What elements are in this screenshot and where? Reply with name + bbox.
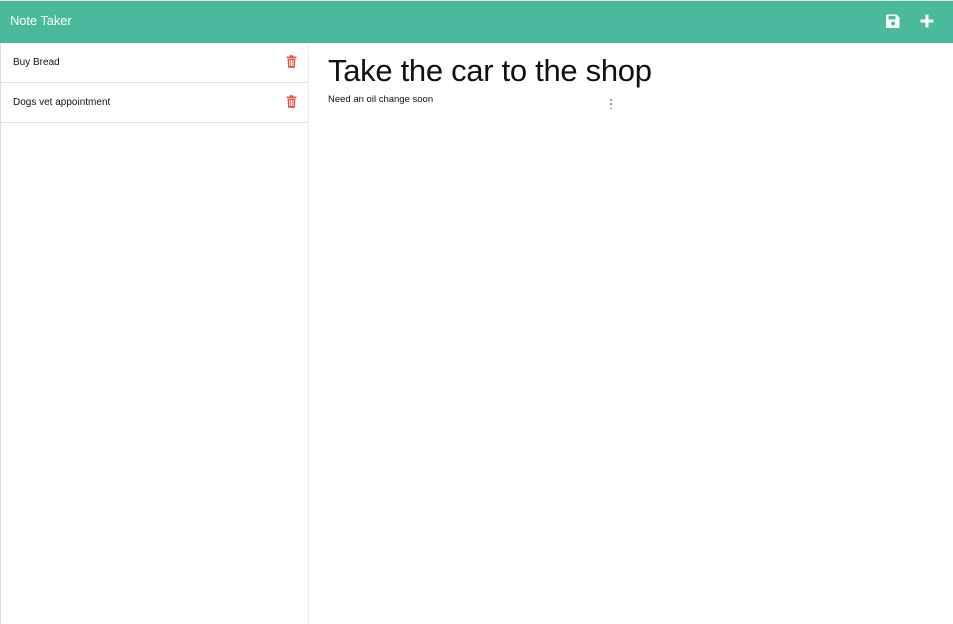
notes-sidebar: Buy Bread Dogs vet appointment (0, 43, 309, 624)
top-navbar: Note Taker (0, 0, 953, 43)
note-editor: Take the car to the shop Need an oil cha… (309, 43, 953, 624)
note-text-area[interactable]: Need an oil change soon (328, 94, 433, 105)
new-note-button[interactable] (917, 11, 937, 31)
delete-note-button[interactable] (286, 55, 297, 68)
save-note-button[interactable] (883, 11, 903, 31)
plus-icon (920, 14, 934, 28)
note-list-title: Buy Bread (13, 57, 60, 68)
trash-icon (286, 95, 297, 108)
delete-note-button[interactable] (286, 95, 297, 108)
textarea-resize-handle[interactable] (609, 99, 613, 109)
note-taker-app: Note Taker Buy Bread Dogs vet appointmen… (0, 0, 953, 624)
list-item[interactable]: Buy Bread (1, 43, 308, 83)
app-brand[interactable]: Note Taker (10, 13, 72, 28)
note-title-input[interactable]: Take the car to the shop (328, 53, 652, 89)
trash-icon (286, 55, 297, 68)
floppy-disk-icon (886, 14, 900, 28)
list-item[interactable]: Dogs vet appointment (1, 83, 308, 123)
note-list-title: Dogs vet appointment (13, 97, 111, 108)
